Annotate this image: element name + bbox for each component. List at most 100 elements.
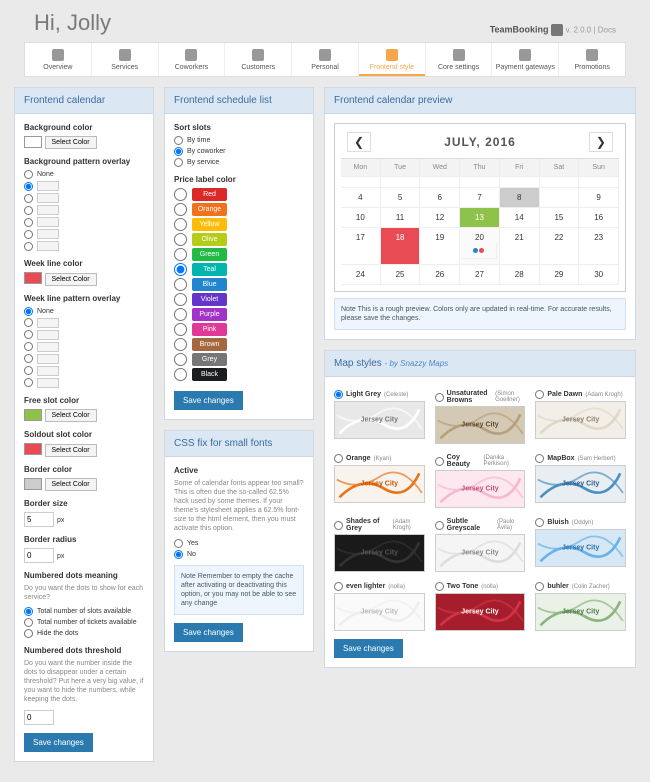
- radio-color[interactable]: [174, 368, 187, 381]
- radio-map[interactable]: [334, 582, 343, 591]
- radio-map[interactable]: [535, 390, 544, 399]
- tab-services[interactable]: Services: [92, 43, 159, 76]
- radio-color[interactable]: [174, 323, 187, 336]
- radio-pattern[interactable]: [24, 342, 33, 351]
- select-color-border[interactable]: Select Color: [45, 478, 97, 491]
- calendar-cell[interactable]: 24: [341, 265, 381, 285]
- radio-pattern[interactable]: [24, 330, 33, 339]
- calendar-cell[interactable]: 11: [381, 208, 421, 228]
- calendar-cell[interactable]: [540, 177, 580, 188]
- radio-sort[interactable]: [174, 158, 183, 167]
- radio-map[interactable]: [435, 582, 444, 591]
- radio-dots-opt[interactable]: [24, 618, 33, 627]
- tab-personal[interactable]: Personal: [292, 43, 359, 76]
- calendar-cell[interactable]: 9: [579, 188, 619, 208]
- dots-threshold-input[interactable]: [24, 710, 54, 725]
- calendar-cell[interactable]: [420, 177, 460, 188]
- map-option[interactable]: buhler (Colin Zacher)Jersey City: [535, 582, 626, 631]
- radio-color[interactable]: [174, 338, 187, 351]
- radio-dots-opt[interactable]: [24, 607, 33, 616]
- tab-promotions[interactable]: Promotions: [559, 43, 625, 76]
- prev-month-button[interactable]: ❮: [347, 132, 371, 152]
- save-button[interactable]: Save changes: [174, 623, 243, 642]
- tab-payment-gateways[interactable]: Payment gateways: [492, 43, 559, 76]
- calendar-cell[interactable]: 20: [460, 228, 500, 265]
- radio-color[interactable]: [174, 293, 187, 306]
- radio-map[interactable]: [435, 457, 444, 466]
- border-radius-input[interactable]: [24, 548, 54, 563]
- radio-pattern[interactable]: [24, 170, 33, 179]
- calendar-cell[interactable]: [500, 177, 540, 188]
- map-option[interactable]: even lighter (nolla)Jersey City: [334, 582, 425, 631]
- calendar-cell[interactable]: 18: [381, 228, 421, 265]
- map-option[interactable]: MapBox (Sam Herbert)Jersey City: [535, 454, 626, 508]
- select-color-free[interactable]: Select Color: [45, 409, 97, 422]
- calendar-cell[interactable]: 4: [341, 188, 381, 208]
- tab-core-settings[interactable]: Core settings: [426, 43, 493, 76]
- radio-pattern[interactable]: [24, 194, 33, 203]
- map-option[interactable]: Shades of Grey (Adam Krogh)Jersey City: [334, 518, 425, 572]
- select-color-bg[interactable]: Select Color: [45, 136, 97, 149]
- radio-color[interactable]: [174, 233, 187, 246]
- radio-pattern[interactable]: [24, 218, 33, 227]
- calendar-cell[interactable]: 29: [540, 265, 580, 285]
- next-month-button[interactable]: ❯: [589, 132, 613, 152]
- radio-pattern[interactable]: [24, 318, 33, 327]
- calendar-cell[interactable]: 21: [500, 228, 540, 265]
- radio-map[interactable]: [535, 454, 544, 463]
- border-size-input[interactable]: [24, 512, 54, 527]
- map-option[interactable]: Coy Beauty (Danika Perkison)Jersey City: [435, 454, 526, 508]
- calendar-cell[interactable]: 5: [381, 188, 421, 208]
- calendar-cell[interactable]: [579, 177, 619, 188]
- radio-color[interactable]: [174, 308, 187, 321]
- map-option[interactable]: Subtle Greyscale (Paulo Ávila)Jersey Cit…: [435, 518, 526, 572]
- save-button[interactable]: Save changes: [334, 639, 403, 658]
- calendar-cell[interactable]: 26: [420, 265, 460, 285]
- radio-color[interactable]: [174, 203, 187, 216]
- calendar-cell[interactable]: 16: [579, 208, 619, 228]
- radio-sort[interactable]: [174, 136, 183, 145]
- map-option[interactable]: Two Tone (nolla)Jersey City: [435, 582, 526, 631]
- calendar-cell[interactable]: 14: [500, 208, 540, 228]
- radio-map[interactable]: [435, 521, 444, 530]
- radio-color[interactable]: [174, 248, 187, 261]
- radio-pattern[interactable]: [24, 242, 33, 251]
- calendar-cell[interactable]: 23: [579, 228, 619, 265]
- tab-frontend-style[interactable]: Frontend style: [359, 43, 426, 76]
- calendar-cell[interactable]: 19: [420, 228, 460, 265]
- radio-map[interactable]: [535, 518, 544, 527]
- calendar-cell[interactable]: 13: [460, 208, 500, 228]
- select-color-wlc[interactable]: Select Color: [45, 273, 97, 286]
- radio-map[interactable]: [334, 521, 343, 530]
- radio-sort[interactable]: [174, 147, 183, 156]
- radio-pattern[interactable]: [24, 366, 33, 375]
- radio-pattern[interactable]: [24, 230, 33, 239]
- calendar-cell[interactable]: 25: [381, 265, 421, 285]
- calendar-cell[interactable]: 12: [420, 208, 460, 228]
- radio-dots-opt[interactable]: [24, 629, 33, 638]
- calendar-cell[interactable]: 8: [500, 188, 540, 208]
- calendar-cell[interactable]: 15: [540, 208, 580, 228]
- calendar-cell[interactable]: 10: [341, 208, 381, 228]
- save-button[interactable]: Save changes: [24, 733, 93, 752]
- calendar-cell[interactable]: 30: [579, 265, 619, 285]
- calendar-cell[interactable]: 6: [420, 188, 460, 208]
- radio-map[interactable]: [334, 390, 343, 399]
- calendar-cell[interactable]: [540, 188, 580, 208]
- radio-map[interactable]: [334, 454, 343, 463]
- radio-pattern[interactable]: [24, 206, 33, 215]
- tab-customers[interactable]: Customers: [225, 43, 292, 76]
- radio-pattern[interactable]: [24, 307, 33, 316]
- tab-overview[interactable]: Overview: [25, 43, 92, 76]
- snazzy-link[interactable]: Snazzy Maps: [400, 359, 448, 368]
- map-option[interactable]: Unsaturated Browns (Simon Goellner)Jerse…: [435, 390, 526, 444]
- map-option[interactable]: Bluish (Oddyn)Jersey City: [535, 518, 626, 572]
- radio-pattern[interactable]: [24, 354, 33, 363]
- map-option[interactable]: Pale Dawn (Adam Krogh)Jersey City: [535, 390, 626, 444]
- radio-pattern[interactable]: [24, 182, 33, 191]
- radio-map[interactable]: [535, 582, 544, 591]
- radio-yes[interactable]: [174, 539, 183, 548]
- calendar-cell[interactable]: [381, 177, 421, 188]
- radio-no[interactable]: [174, 550, 183, 559]
- radio-color[interactable]: [174, 218, 187, 231]
